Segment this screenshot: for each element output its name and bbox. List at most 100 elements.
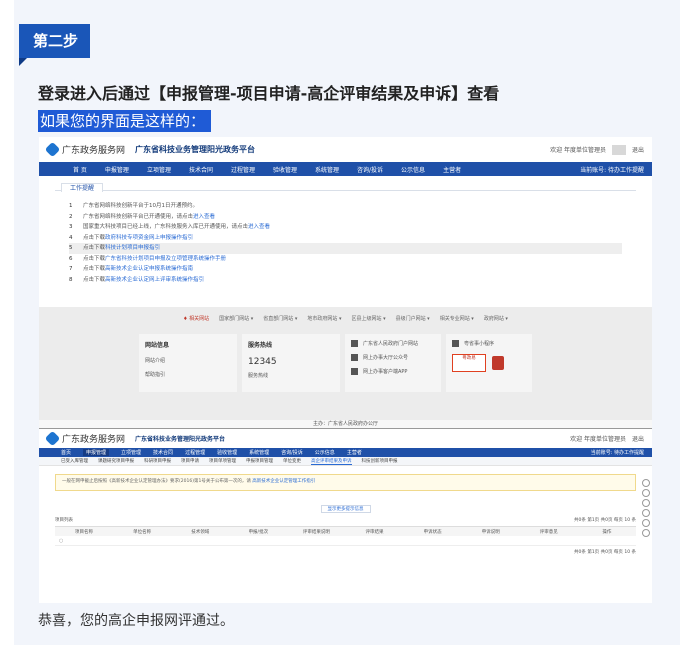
- footer-links: ♦ 相关网站 国家部门网站 ▾ 省直部门网站 ▾ 地市政府网站 ▾ 区县上级网站 ▾ 县级…: [39, 307, 652, 322]
- notice-link[interactable]: 高新技术企业认定管理工作指引: [252, 479, 315, 484]
- notice-item[interactable]: 1 广东省网络科技创新平台于10月1日开通预约。: [69, 201, 636, 212]
- nav-item[interactable]: 系统管理: [249, 449, 269, 456]
- logout-link[interactable]: 退出: [632, 145, 644, 154]
- main-nav: 首页 申报管理 立项管理 技术合同 过程管理 验收管理 系统管理 咨询/投诉 公示信息 主营者 当前…: [39, 448, 652, 457]
- pager-bottom[interactable]: 共0条 第1页 共0页 每页 10 条: [574, 549, 636, 555]
- qr-row[interactable]: 网上办事客户端APP: [351, 368, 435, 375]
- notice-link[interactable]: 进入查看: [248, 222, 270, 233]
- notice-link[interactable]: 科技计划项目申报指引: [105, 243, 160, 254]
- column-header: 申诉说明: [481, 529, 500, 535]
- notice-item[interactable]: 4 点击下载 政府科技专项资金网上申报操作指引: [69, 233, 636, 244]
- side-tool-icon[interactable]: [642, 489, 650, 497]
- qr-row[interactable]: 广东省人民政府门户网站: [351, 340, 435, 347]
- tab-work-reminder[interactable]: 工作提醒: [61, 183, 104, 192]
- subnav-item[interactable]: 科研项目申报: [144, 458, 171, 464]
- notice-item[interactable]: 8 点击下载 高新技术企业认定网上评审系统操作指引: [69, 275, 636, 286]
- list-footer: 共0条 第1页 共0页 每页 10 条: [39, 546, 652, 558]
- app-icon-yuezhengyi[interactable]: 粤政易: [452, 354, 486, 372]
- site-name[interactable]: 广东政务服务网: [62, 432, 125, 445]
- subnav-item[interactable]: 项目单项管理: [209, 458, 236, 464]
- column-header: 技术领域: [191, 529, 210, 535]
- nav-item[interactable]: 过程管理: [185, 449, 205, 456]
- notice-number: 7: [69, 266, 73, 272]
- subnav-item[interactable]: 单位变更: [283, 458, 301, 464]
- highlight-text: 如果您的界面是这样的：: [38, 110, 212, 132]
- nav-item[interactable]: 立项管理: [147, 165, 171, 174]
- notice-number: 6: [69, 255, 73, 262]
- notice-link[interactable]: 进入查看: [193, 212, 215, 223]
- nav-item[interactable]: 公示信息: [401, 165, 425, 174]
- nav-right-info[interactable]: 当前账号: 待办工作提醒: [580, 165, 644, 174]
- subnav-item[interactable]: 申报项目管理: [246, 458, 273, 464]
- column-header: 申报/批次: [248, 529, 269, 535]
- nav-item[interactable]: 公示信息: [315, 449, 335, 456]
- footer-link[interactable]: ♦ 相关网站: [183, 315, 209, 322]
- nav-item[interactable]: 验收管理: [273, 165, 297, 174]
- notice-link[interactable]: 高新技术企业认定网上评审系统操作指引: [105, 275, 204, 286]
- side-tool-icon[interactable]: [642, 529, 650, 537]
- nav-item[interactable]: 主营者: [347, 449, 362, 456]
- footer-link[interactable]: 区县上级网站 ▾: [351, 315, 385, 322]
- expand-button[interactable]: 显示更多提示信息: [320, 505, 371, 513]
- nav-item[interactable]: 咨询/投诉: [357, 165, 383, 174]
- panel-link[interactable]: 帮助指引: [145, 371, 231, 378]
- nav-item[interactable]: 立项管理: [121, 449, 141, 456]
- nav-item[interactable]: 申报管理: [83, 449, 110, 456]
- subnav-item[interactable]: 科技创新项目申报: [362, 458, 398, 464]
- qr-row[interactable]: 粤省事小程序: [452, 340, 526, 347]
- notice-item[interactable]: 3 国家重大科技项目已经上线，广东科技服务入库已开通使用，请点击 进入查看: [69, 222, 636, 233]
- nav-item[interactable]: 首页: [61, 449, 71, 456]
- user-area: 欢迎 年度单位管理员 退出: [570, 434, 644, 443]
- logout-link[interactable]: 退出: [632, 434, 644, 443]
- notice-item[interactable]: 2 广东省网络科技创新平台已开通使用，请点击 进入查看: [69, 212, 636, 223]
- nav-item[interactable]: 咨询/投诉: [281, 449, 303, 456]
- notice-link[interactable]: 政府科技专项资金网上申报操作指引: [105, 233, 193, 244]
- panel-link[interactable]: 网站介绍: [145, 357, 231, 364]
- side-tool-icon[interactable]: [642, 499, 650, 507]
- footer-link[interactable]: 政府网站 ▾: [484, 315, 508, 322]
- notice-link[interactable]: 高新技术企业认定申报系统操作指南: [105, 264, 193, 275]
- nav-item[interactable]: 技术合同: [189, 165, 213, 174]
- side-tool-icon[interactable]: [642, 479, 650, 487]
- column-header: 操作: [602, 529, 612, 535]
- qr-label: 广东省人民政府门户网站: [363, 341, 419, 347]
- subnav-item[interactable]: 项目申请: [181, 458, 199, 464]
- notice-item[interactable]: 5 点击下载 科技计划项目申报指引: [69, 243, 622, 254]
- footer-link[interactable]: 国家部门网站 ▾: [219, 315, 253, 322]
- nav-item[interactable]: 申报管理: [105, 165, 129, 174]
- subnav-item[interactable]: 课题研究项目申报: [98, 458, 134, 464]
- footer-link[interactable]: 省直部门网站 ▾: [263, 315, 297, 322]
- footer-link[interactable]: 县级门户网站 ▾: [396, 315, 430, 322]
- work-reminder-card: 工作提醒 1 广东省网络科技创新平台于10月1日开通预约。 2 广东省网络科技创新平台…: [55, 183, 636, 302]
- qr-row[interactable]: 网上办事大厅公众号: [351, 354, 435, 361]
- panel-link[interactable]: 服务热线: [248, 372, 334, 379]
- nav-item[interactable]: 首 页: [73, 165, 87, 174]
- nav-item[interactable]: 技术合同: [153, 449, 173, 456]
- subnav-item[interactable]: 已受入库管理: [61, 458, 88, 464]
- notice-link[interactable]: 广东省科技计划项目申报及立项管理系统操作手册: [105, 254, 226, 265]
- nav-item[interactable]: 主营者: [443, 165, 461, 174]
- app-icon-badge[interactable]: [492, 356, 504, 370]
- notice-text: 广东省网络科技创新平台已开通使用，请点击: [83, 213, 194, 220]
- notice-text: 点击下载: [83, 234, 106, 241]
- subnav-item[interactable]: 高企评审结果及申诉: [311, 458, 352, 465]
- nav-item[interactable]: 验收管理: [217, 449, 237, 456]
- notice-text: 点击下载: [83, 276, 106, 283]
- pager-top[interactable]: 共0条 第1页 共0页 每页 10 条: [574, 517, 636, 523]
- hotline-number: 12345: [248, 357, 277, 367]
- footer-link[interactable]: 相关专业网站 ▾: [440, 315, 474, 322]
- platform-name: 广东省科技业务管理阳光政务平台: [135, 145, 256, 154]
- notice-item[interactable]: 7 点击下载 高新技术企业认定申报系统操作指南: [69, 264, 636, 275]
- notice-number: 5: [69, 245, 73, 251]
- app-icons: 粤政易: [452, 354, 526, 372]
- notice-item[interactable]: 6 点击下载 广东省科技计划项目申报及立项管理系统操作手册: [69, 254, 636, 265]
- footer-link[interactable]: 地市政府网站 ▾: [307, 315, 341, 322]
- logo-icon: [44, 141, 61, 158]
- nav-right-info[interactable]: 当前账号: 待办工作提醒: [591, 449, 644, 456]
- side-tool-icon[interactable]: [642, 519, 650, 527]
- logo-icon: [44, 430, 61, 447]
- side-tool-icon[interactable]: [642, 509, 650, 517]
- site-name[interactable]: 广东政务服务网: [62, 143, 125, 156]
- nav-item[interactable]: 过程管理: [231, 165, 255, 174]
- nav-item[interactable]: 系统管理: [315, 165, 339, 174]
